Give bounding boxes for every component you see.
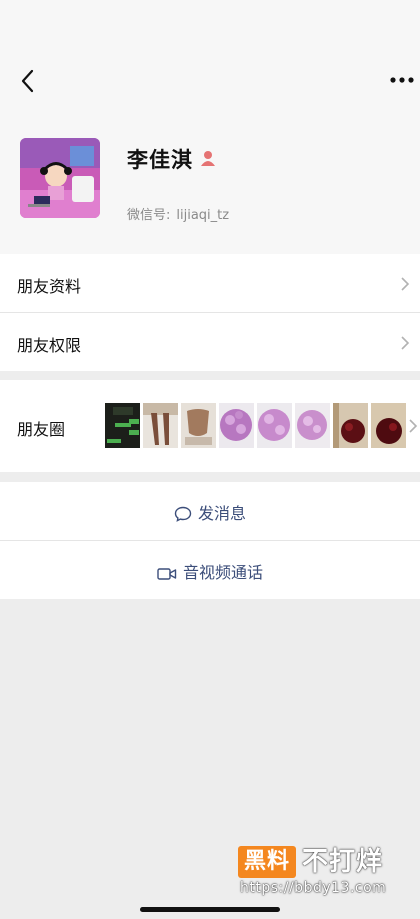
home-indicator[interactable] xyxy=(140,907,280,912)
moment-thumbnail xyxy=(105,403,140,448)
wechat-id: 微信号: lijiaqi_tz xyxy=(127,204,229,223)
more-horizontal-icon xyxy=(390,77,414,83)
watermark-badge: 黑料 xyxy=(238,846,296,878)
chat-bubble-icon xyxy=(174,506,192,522)
menu-item-friend-permissions[interactable]: 朋友权限 xyxy=(0,313,420,371)
video-call-label: 音视频通话 xyxy=(182,563,263,582)
send-message-button[interactable]: 发消息 xyxy=(0,482,420,540)
moment-thumbnail xyxy=(257,403,292,448)
chevron-right-icon xyxy=(401,277,410,291)
menu-item-label: 朋友权限 xyxy=(17,336,82,355)
avatar[interactable] xyxy=(20,138,100,218)
wechat-id-label: 微信号: xyxy=(127,208,171,223)
contact-name: 李佳淇 xyxy=(127,148,193,172)
watermark-text: 不打烊 xyxy=(302,847,384,877)
menu-item-friend-profile[interactable]: 朋友资料 xyxy=(0,254,420,312)
send-message-label: 发消息 xyxy=(197,504,246,523)
moment-thumbnail xyxy=(333,403,368,448)
chevron-right-icon xyxy=(401,336,410,350)
moments-row[interactable]: 朋友圈 xyxy=(0,380,420,472)
watermark-url: https://bbdy13.com xyxy=(240,880,387,896)
video-camera-icon xyxy=(157,568,177,580)
female-icon xyxy=(200,149,216,167)
moment-thumbnail xyxy=(371,403,406,448)
moments-thumbnails xyxy=(105,403,406,448)
wechat-id-value: lijiaqi_tz xyxy=(176,208,230,223)
moment-thumbnail xyxy=(295,403,330,448)
chevron-left-icon xyxy=(21,69,34,93)
moment-thumbnail xyxy=(143,403,178,448)
avatar-image xyxy=(20,138,100,218)
moment-thumbnail xyxy=(181,403,216,448)
back-button[interactable] xyxy=(18,68,38,94)
moments-label: 朋友圈 xyxy=(17,420,66,439)
video-call-button[interactable]: 音视频通话 xyxy=(0,541,420,599)
menu-item-label: 朋友资料 xyxy=(17,277,82,296)
moment-thumbnail xyxy=(219,403,254,448)
watermark: 黑料 不打烊 https://bbdy13.com xyxy=(238,846,408,902)
chevron-right-icon xyxy=(409,419,418,433)
more-button[interactable] xyxy=(388,70,416,90)
